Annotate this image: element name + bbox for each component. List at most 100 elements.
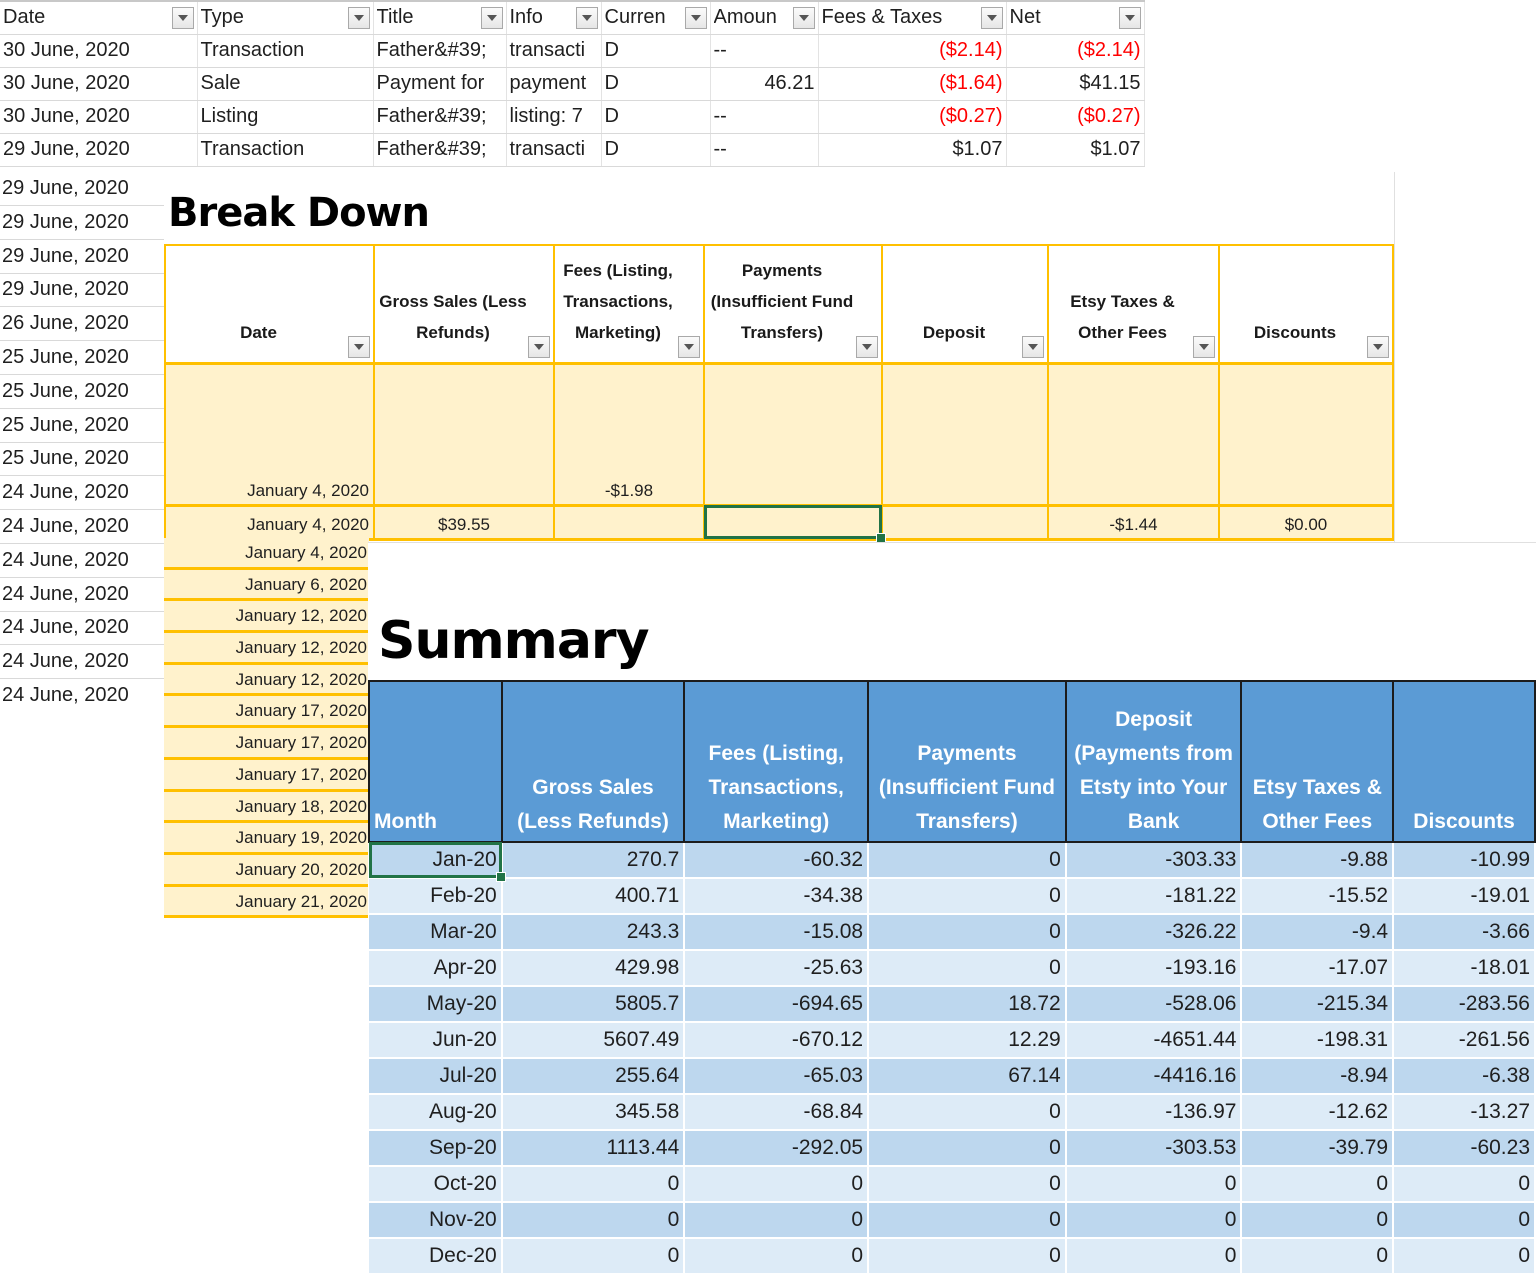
breakdown-payments-insufficient-fund-transfers-filter-button[interactable] (856, 335, 878, 358)
cell-deposit[interactable] (881, 505, 1049, 541)
cell-value[interactable]: -65.03 (684, 1058, 870, 1095)
cell-value[interactable]: -303.33 (1065, 842, 1243, 879)
cell-value[interactable]: 0 (868, 1166, 1067, 1203)
cell-value[interactable]: 255.64 (501, 1058, 686, 1095)
cell-type[interactable]: Sale (197, 67, 374, 101)
cell-net[interactable]: ($0.27) (1006, 100, 1145, 134)
cell-fees[interactable]: ($2.14) (818, 34, 1007, 68)
cell-payments[interactable] (703, 363, 883, 507)
cell-date[interactable]: 29 June, 2020 (0, 133, 198, 167)
cell-value[interactable]: -4651.44 (1065, 1022, 1243, 1059)
breakdown-header-fees-listing-transactions-marketing[interactable]: Fees (Listing, Transactions, Marketing) (553, 244, 705, 365)
cell-value[interactable]: -12.62 (1241, 1094, 1395, 1131)
cell-date[interactable]: 30 June, 2020 (0, 100, 198, 134)
cell-date[interactable]: January 12, 2020 (164, 664, 369, 697)
cell-value[interactable]: 0 (868, 842, 1067, 879)
cell-value[interactable]: -15.08 (684, 914, 870, 951)
cell-date[interactable]: 24 June, 2020 (0, 679, 165, 713)
cell-month[interactable]: Dec-20 (369, 1238, 503, 1275)
summary-header-discounts[interactable]: Discounts (1392, 680, 1536, 843)
summary-header-gross-sales-less-refunds[interactable]: Gross Sales (Less Refunds) (500, 680, 686, 843)
cell-date[interactable]: 26 June, 2020 (0, 307, 165, 342)
cell-currency[interactable]: D (601, 67, 711, 101)
cell-value[interactable]: 0 (1065, 1166, 1243, 1203)
breakdown-fees-listing-transactions-marketing-filter-button[interactable] (678, 335, 700, 358)
cell-month[interactable]: Mar-20 (369, 914, 503, 951)
cell-date[interactable]: January 6, 2020 (164, 569, 369, 602)
cell-date[interactable]: 29 June, 2020 (0, 206, 165, 240)
breakdown-header-payments-insufficient-fund-transfers[interactable]: Payments (Insufficient Fund Transfers) (703, 244, 883, 365)
date-filter-button[interactable] (171, 7, 194, 29)
cell-date[interactable]: 29 June, 2020 (0, 240, 165, 274)
cell-value[interactable]: 0 (1241, 1202, 1395, 1239)
summary-header-month[interactable]: Month (368, 680, 503, 843)
cell-value[interactable]: -303.53 (1065, 1130, 1243, 1167)
amount-filter-button[interactable] (792, 7, 815, 29)
cell-value[interactable]: -181.22 (1065, 878, 1243, 915)
cell-value[interactable]: -136.97 (1065, 1094, 1243, 1131)
column-header-currency[interactable]: Curren (601, 0, 711, 35)
cell-gross[interactable]: $39.55 (373, 505, 555, 541)
cell-value[interactable]: -13.27 (1393, 1094, 1536, 1131)
cell-date[interactable]: 30 June, 2020 (0, 67, 198, 101)
cell-value[interactable]: -528.06 (1065, 986, 1243, 1023)
net-filter-button[interactable] (1118, 7, 1141, 29)
cell-date[interactable]: January 12, 2020 (164, 633, 369, 665)
cell-value[interactable]: -3.66 (1393, 914, 1536, 951)
cell-amount[interactable]: 46.21 (710, 67, 819, 101)
breakdown-discounts-filter-button[interactable] (1367, 335, 1389, 358)
cell-value[interactable]: 345.58 (501, 1094, 686, 1131)
cell-amount[interactable]: -- (710, 133, 819, 167)
cell-fees[interactable]: $1.07 (818, 133, 1007, 167)
cell-date[interactable]: January 12, 2020 (164, 601, 369, 634)
cell-date[interactable]: January 20, 2020 (164, 854, 369, 887)
summary-header-payments-insufficient-fund-transfers[interactable]: Payments (Insufficient Fund Transfers) (867, 680, 1067, 843)
cell-date[interactable]: 29 June, 2020 (0, 172, 165, 206)
cell-value[interactable]: -25.63 (684, 950, 870, 987)
cell-date[interactable]: 25 June, 2020 (0, 375, 165, 409)
cell-month[interactable]: Jan-20 (369, 842, 506, 881)
cell-value[interactable]: -10.99 (1393, 842, 1536, 879)
summary-header-deposit-payments-from-etsty-into-your-bank[interactable]: Deposit (Payments from Etsty into Your B… (1064, 680, 1243, 843)
cell-date[interactable]: 25 June, 2020 (0, 409, 165, 443)
cell-date[interactable]: 25 June, 2020 (0, 442, 165, 477)
cell-value[interactable]: -9.4 (1241, 914, 1395, 951)
cell-discounts[interactable] (1218, 363, 1394, 507)
cell-value[interactable]: -15.52 (1241, 878, 1395, 915)
breakdown-header-deposit[interactable]: Deposit (881, 244, 1049, 365)
cell-date[interactable]: 24 June, 2020 (0, 510, 165, 544)
cell-value[interactable]: -6.38 (1393, 1058, 1536, 1095)
cell-type[interactable]: Listing (197, 100, 374, 134)
cell-currency[interactable]: D (601, 133, 711, 167)
cell-month[interactable]: Oct-20 (369, 1166, 503, 1203)
cell-date[interactable]: January 17, 2020 (164, 728, 369, 760)
cell-value[interactable]: -694.65 (684, 986, 870, 1023)
cell-value[interactable]: 18.72 (868, 986, 1067, 1023)
cell-info[interactable]: transacti (506, 133, 602, 167)
cell-value[interactable]: 0 (868, 1094, 1067, 1131)
cell-fees[interactable]: ($0.27) (818, 100, 1007, 134)
cell-amount[interactable]: -- (710, 34, 819, 68)
cell-value[interactable]: -8.94 (1241, 1058, 1395, 1095)
breakdown-deposit-filter-button[interactable] (1022, 335, 1044, 358)
cell-net[interactable]: $41.15 (1006, 67, 1145, 101)
cell-taxes[interactable]: -$1.44 (1047, 505, 1220, 541)
info-filter-button[interactable] (575, 7, 598, 29)
cell-value[interactable]: 429.98 (501, 950, 686, 987)
column-header-title[interactable]: Title (373, 0, 507, 35)
cell-value[interactable]: -19.01 (1393, 878, 1536, 915)
cell-month[interactable]: Sep-20 (369, 1130, 503, 1167)
cell-month[interactable]: Aug-20 (369, 1094, 503, 1131)
cell-month[interactable]: May-20 (369, 986, 503, 1023)
cell-value[interactable]: -68.84 (684, 1094, 870, 1131)
cell-value[interactable]: -261.56 (1393, 1022, 1536, 1059)
cell-date[interactable]: January 17, 2020 (164, 759, 369, 792)
cell-value[interactable]: -198.31 (1241, 1022, 1395, 1059)
cell-title[interactable]: Father&#39; (373, 133, 507, 167)
breakdown-etsy-taxes-other-fees-filter-button[interactable] (1193, 335, 1215, 358)
cell-info[interactable]: transacti (506, 34, 602, 68)
cell-value[interactable]: -60.32 (684, 842, 870, 879)
cell-value[interactable]: 0 (501, 1238, 686, 1275)
column-header-date[interactable]: Date (0, 0, 198, 35)
cell-date[interactable]: 24 June, 2020 (0, 645, 165, 680)
